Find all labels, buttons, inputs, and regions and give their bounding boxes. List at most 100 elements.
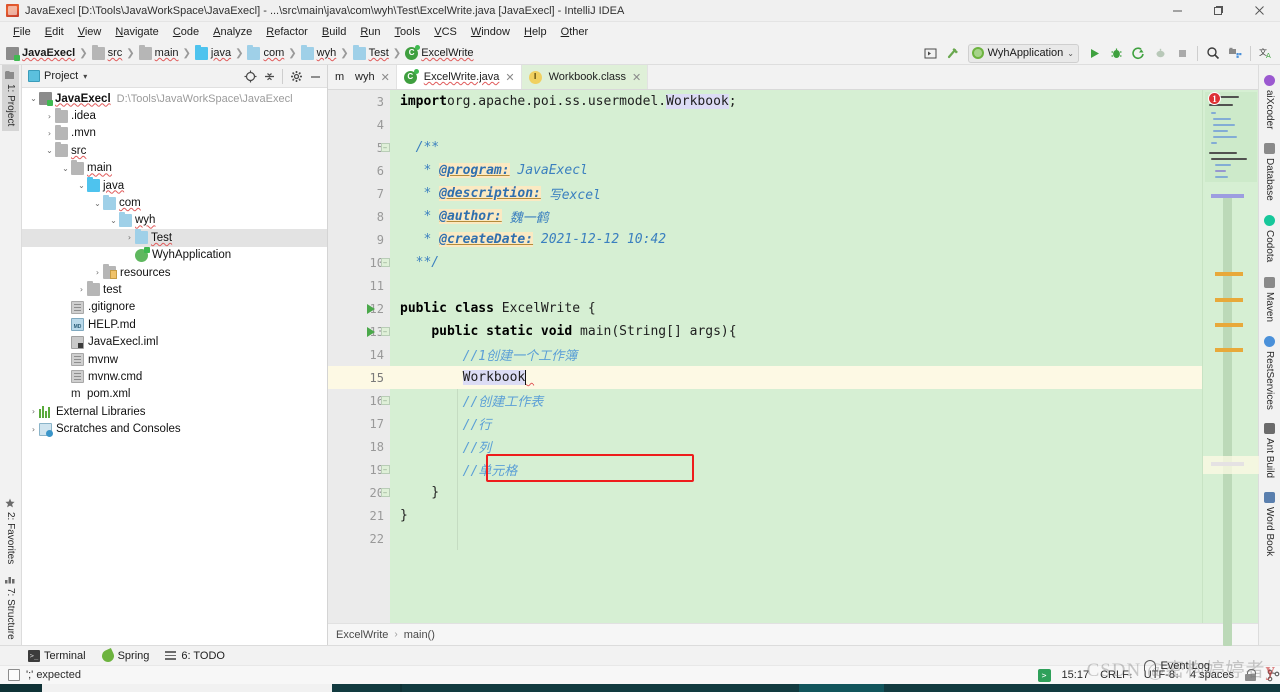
code-line-17[interactable]: //行 <box>390 412 1202 435</box>
tree-node-test[interactable]: › Test <box>22 229 327 247</box>
code-line-14[interactable]: //1创建一个工作簿 <box>390 343 1202 366</box>
run-gutter-icon[interactable] <box>364 320 378 343</box>
gutter-line-10[interactable]: −10 <box>328 251 390 274</box>
search-everywhere-icon[interactable] <box>1203 44 1223 63</box>
tree-node-test[interactable]: › test <box>22 281 327 298</box>
code-line-10[interactable]: **/ <box>390 251 1202 274</box>
chevron-down-icon[interactable]: ⌄ <box>28 94 39 103</box>
settings-gear-icon[interactable] <box>287 67 305 85</box>
chevron-down-icon[interactable]: ⌄ <box>92 199 103 208</box>
project-tree[interactable]: ⌄ JavaExecl D:\Tools\JavaWorkSpace\JavaExe… <box>22 88 327 645</box>
code-line-22[interactable] <box>390 527 1202 550</box>
sidebar-item-maven[interactable]: Maven <box>1261 273 1278 332</box>
close-button[interactable] <box>1239 0 1280 21</box>
chevron-right-icon[interactable]: › <box>44 129 55 138</box>
code-line-7[interactable]: * @description: 写excel <box>390 182 1202 205</box>
minimap-marker-warning-2[interactable] <box>1215 298 1243 302</box>
chevron-right-icon[interactable]: › <box>28 425 39 434</box>
sidebar-item-project[interactable]: 1: Project <box>2 65 19 132</box>
tree-node-javaexecl[interactable]: ⌄ JavaExecl D:\Tools\JavaWorkSpace\JavaExe… <box>22 90 327 107</box>
menu-item-help[interactable]: Help <box>517 24 554 40</box>
close-icon[interactable]: ✕ <box>505 71 514 84</box>
tree-node-java[interactable]: ⌄ java <box>22 177 327 194</box>
menu-item-edit[interactable]: Edit <box>38 24 71 40</box>
menu-item-run[interactable]: Run <box>353 24 387 40</box>
run-gutter-icon[interactable] <box>364 297 378 320</box>
profiler-icon[interactable] <box>1150 44 1170 63</box>
editor-tab-excelwrite-java[interactable]: C ExcelWrite.java ✕ <box>396 65 522 89</box>
chevron-right-icon[interactable]: › <box>44 112 55 121</box>
line-separator[interactable]: CRLF↕ <box>1100 669 1133 681</box>
tree-node-mvnw[interactable]: ›mvnw <box>22 351 327 368</box>
menu-item-code[interactable]: Code <box>166 24 206 40</box>
code-line-11[interactable] <box>390 274 1202 297</box>
minimap-marker-warning-4[interactable] <box>1215 348 1243 352</box>
tool-window-todo[interactable]: 6: TODO <box>165 650 225 662</box>
locate-icon[interactable] <box>241 67 259 85</box>
code-line-12[interactable]: public class ExcelWrite { <box>390 297 1202 320</box>
sidebar-item-restservices[interactable]: RestServices <box>1261 332 1278 420</box>
tree-node-mvnw-cmd[interactable]: ›mvnw.cmd <box>22 368 327 385</box>
sidebar-item-structure[interactable]: 7: Structure <box>2 569 19 645</box>
sidebar-item-favorites[interactable]: 2: Favorites <box>2 493 19 569</box>
git-branch-icon[interactable] <box>1267 669 1280 682</box>
gutter-line-17[interactable]: 17 <box>328 412 390 435</box>
taskbar-active-window[interactable] <box>798 684 884 692</box>
tree-node-help-md[interactable]: ›MDHELP.md <box>22 316 327 333</box>
menu-item-vcs[interactable]: VCS <box>427 24 464 40</box>
taskbar-search[interactable] <box>42 684 332 692</box>
menu-item-other[interactable]: Other <box>554 24 596 40</box>
sidebar-item-database[interactable]: Database <box>1261 139 1278 211</box>
breadcrumb-item-main[interactable]: main ❯ <box>138 44 195 60</box>
menu-item-analyze[interactable]: Analyze <box>206 24 259 40</box>
code-line-19[interactable]: //单元格 <box>390 458 1202 481</box>
menu-item-file[interactable]: File <box>6 24 38 40</box>
menu-item-window[interactable]: Window <box>464 24 517 40</box>
gutter-line-7[interactable]: 7 <box>328 182 390 205</box>
minimap-marker-usage[interactable] <box>1211 194 1244 198</box>
taskbar-tray[interactable] <box>883 684 1280 692</box>
gutter-line-20[interactable]: −20 <box>328 481 390 504</box>
chevron-right-icon[interactable]: › <box>28 407 39 416</box>
menu-item-tools[interactable]: Tools <box>388 24 428 40</box>
maximize-button[interactable] <box>1198 0 1239 21</box>
tree-node-scratches-and-consoles[interactable]: › Scratches and Consoles <box>22 420 327 437</box>
breadcrumb-item-java[interactable]: java ❯ <box>194 44 248 60</box>
gutter-line-12[interactable]: 12 <box>328 297 390 320</box>
tree-node--mvn[interactable]: › .mvn <box>22 124 327 142</box>
close-icon[interactable]: ✕ <box>632 71 641 84</box>
gutter-line-16[interactable]: −16 <box>328 389 390 412</box>
tree-node-wyh[interactable]: ⌄ wyh <box>22 211 327 229</box>
tree-node-javaexecl-iml[interactable]: ›JavaExecl.iml <box>22 333 327 350</box>
breadcrumb-item-wyh[interactable]: wyh ❯ <box>300 44 353 60</box>
breadcrumb-item-com[interactable]: com ❯ <box>247 44 300 60</box>
code-line-3[interactable]: import org.apache.poi.ss.usermodel. Workb… <box>390 90 1202 113</box>
gutter-line-19[interactable]: −19 <box>328 458 390 481</box>
translate-icon[interactable]: 文A <box>1256 44 1276 63</box>
git-terminal-icon[interactable]: > <box>1037 668 1051 682</box>
run-icon[interactable] <box>1084 44 1104 63</box>
tree-node-src[interactable]: ⌄ src <box>22 142 327 159</box>
gutter-line-4[interactable]: 4 <box>328 113 390 136</box>
collapse-all-icon[interactable] <box>260 67 278 85</box>
editor-breadcrumb[interactable]: ExcelWrite › main() <box>328 623 1258 645</box>
gutter-line-15[interactable]: 15 <box>328 366 390 389</box>
debug-icon[interactable] <box>1106 44 1126 63</box>
gutter-line-22[interactable]: 22 <box>328 527 390 550</box>
code-line-8[interactable]: * @author: 魏一鹤 <box>390 205 1202 228</box>
gutter-line-18[interactable]: 18 <box>328 435 390 458</box>
tree-node--idea[interactable]: › .idea <box>22 107 327 124</box>
gutter-line-5[interactable]: −5 <box>328 136 390 159</box>
gutter-line-13[interactable]: −13 <box>328 320 390 343</box>
breadcrumb-item-src[interactable]: src ❯ <box>91 44 139 60</box>
menu-item-navigate[interactable]: Navigate <box>108 24 165 40</box>
tree-node-external-libraries[interactable]: › External Libraries <box>22 403 327 420</box>
chevron-right-icon[interactable]: › <box>124 233 135 242</box>
code-line-21[interactable]: } <box>390 504 1202 527</box>
code-line-5[interactable]: /** <box>390 136 1202 159</box>
project-structure-icon[interactable] <box>1225 44 1245 63</box>
chevron-right-icon[interactable]: › <box>76 285 87 294</box>
sidebar-item-aixcoder[interactable]: aiXcoder <box>1261 71 1278 139</box>
breadcrumb-main-[interactable]: main() <box>404 629 435 641</box>
code-line-15[interactable]: Workbook <box>390 366 1202 389</box>
